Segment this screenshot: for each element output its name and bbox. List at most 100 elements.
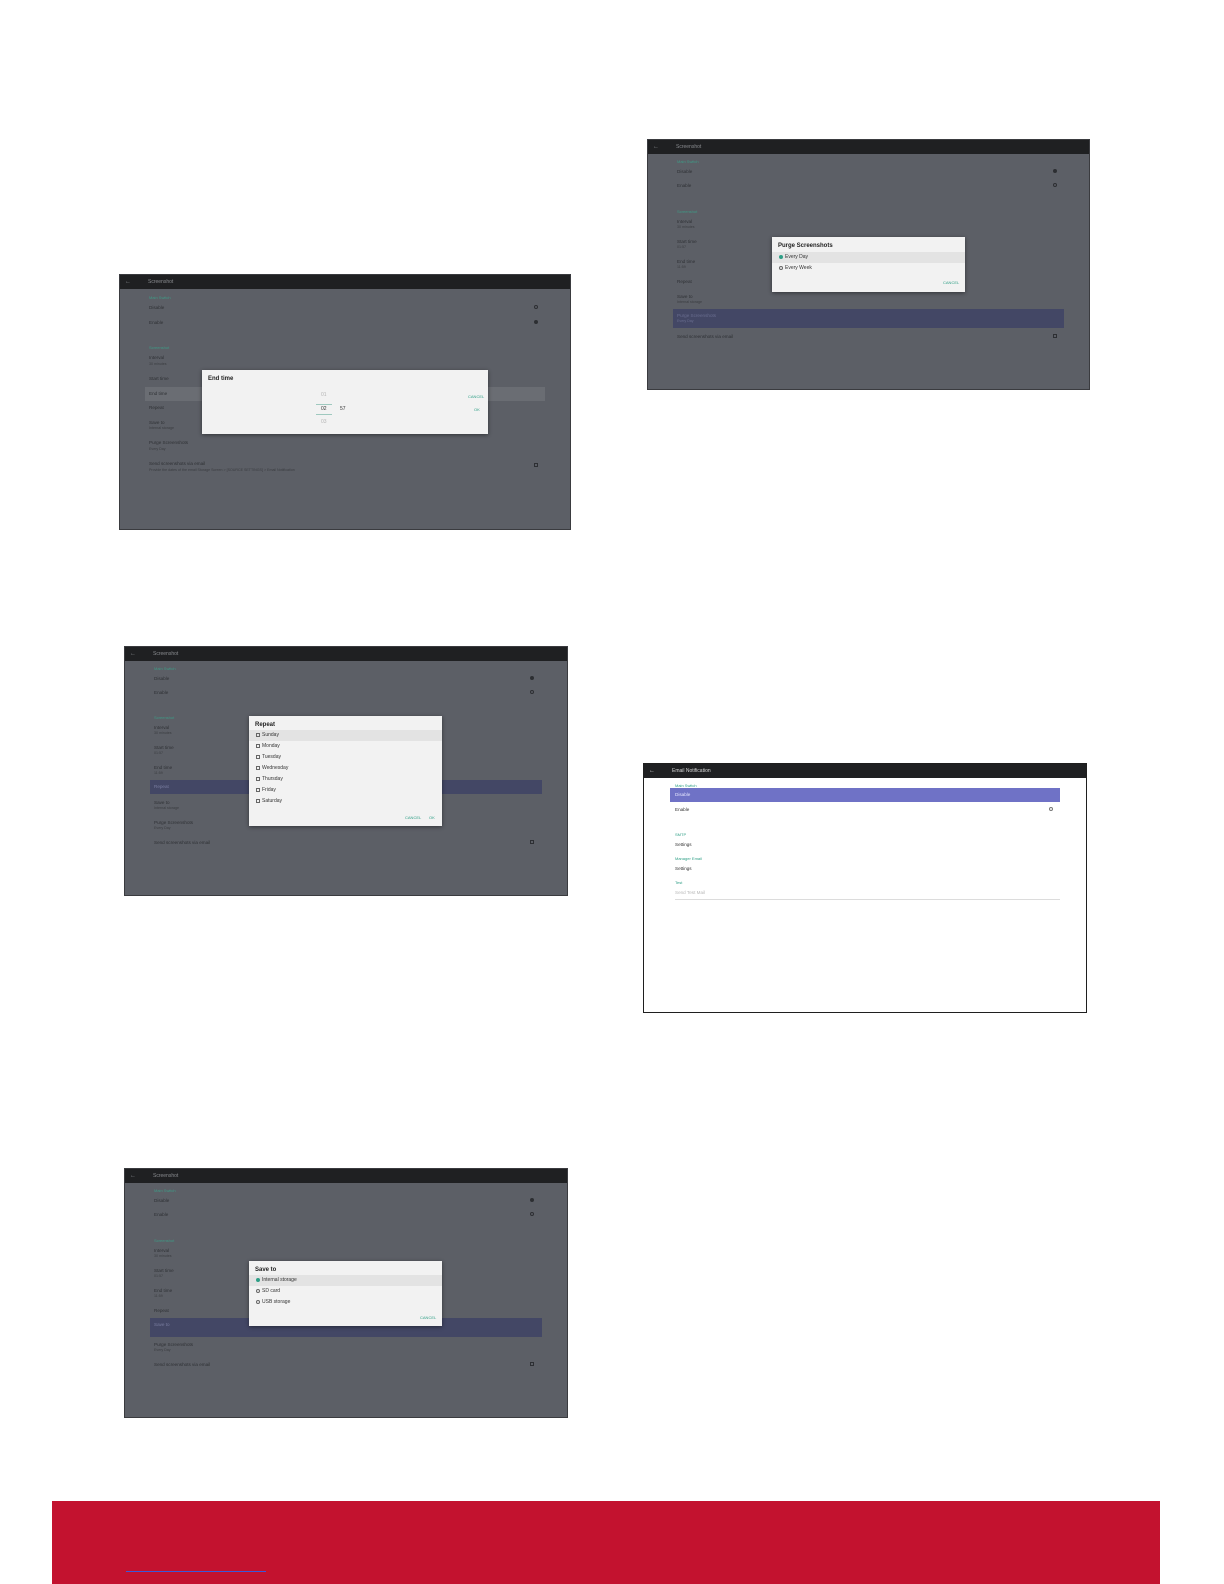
disable-radio-icon[interactable] <box>530 676 534 680</box>
hour-prev[interactable]: 01 <box>321 392 327 398</box>
disable-radio-icon[interactable] <box>530 1198 534 1202</box>
purge-item[interactable]: Purge Screenshots <box>154 1342 193 1347</box>
disable-option[interactable]: Disable <box>154 1198 169 1203</box>
disable-option[interactable]: Disable <box>149 305 164 310</box>
repeat-day-saturday[interactable]: Saturday <box>249 796 442 807</box>
repeat-item[interactable]: Repeat <box>149 405 164 410</box>
back-arrow-icon[interactable]: ← <box>130 647 136 661</box>
interval-item[interactable]: Interval <box>154 725 169 730</box>
picker-line <box>316 414 332 415</box>
save-to-item[interactable]: Save to <box>677 294 693 299</box>
send-email-checkbox-icon[interactable] <box>1053 334 1057 338</box>
repeat-day-thursday[interactable]: Thursday <box>249 774 442 785</box>
disable-radio-icon[interactable] <box>534 305 538 309</box>
back-arrow-icon[interactable]: ← <box>649 764 655 778</box>
save-to-item[interactable]: Save to <box>154 800 170 805</box>
repeat-day-sunday[interactable]: Sunday <box>249 730 442 741</box>
manager-settings-item[interactable]: Settings <box>675 866 692 871</box>
send-email-desc: Provide the dates of the email Storage S… <box>149 468 295 472</box>
repeat-day-friday[interactable]: Friday <box>249 785 442 796</box>
purge-item[interactable]: Purge Screenshots <box>154 820 193 825</box>
disable-option[interactable]: Disable <box>677 169 692 174</box>
end-time-item[interactable]: End time <box>677 259 695 264</box>
start-time-item[interactable]: Start time <box>154 745 174 750</box>
purge-option-every-day[interactable]: Every Day <box>772 252 965 263</box>
repeat-day-monday[interactable]: Monday <box>249 741 442 752</box>
screenshot-email-notification: ← Email Notification Main Switch Disable… <box>644 764 1086 1012</box>
interval-item[interactable]: Interval <box>677 219 692 224</box>
dialog-title: End time <box>208 376 234 382</box>
interval-item[interactable]: Interval <box>149 355 164 360</box>
purge-value: Every Day <box>154 826 171 830</box>
checkbox-icon <box>256 787 260 792</box>
save-option-sd-card[interactable]: SD card <box>249 1286 442 1297</box>
checkbox-icon <box>256 732 260 737</box>
top-bar: ← Email Notification <box>644 764 1086 778</box>
enable-option[interactable]: Enable <box>677 183 691 188</box>
save-to-item[interactable]: Save to <box>154 1322 170 1327</box>
enable-option[interactable]: Enable <box>149 320 163 325</box>
disable-option[interactable]: Disable <box>154 676 169 681</box>
hour-next[interactable]: 03 <box>321 419 327 425</box>
send-email-checkbox-icon[interactable] <box>530 1362 534 1366</box>
start-time-item[interactable]: Start time <box>677 239 697 244</box>
footer-link[interactable] <box>126 1571 266 1572</box>
enable-option[interactable]: Enable <box>675 807 689 812</box>
save-option-usb-storage[interactable]: USB storage <box>249 1297 442 1308</box>
enable-radio-icon[interactable] <box>534 320 538 324</box>
end-time-item[interactable]: End time <box>154 1288 172 1293</box>
purge-option-every-week[interactable]: Every Week <box>772 263 965 274</box>
send-email-checkbox-icon[interactable] <box>534 463 538 467</box>
enable-radio-icon[interactable] <box>1049 807 1053 811</box>
disable-option[interactable]: Disable <box>675 792 690 797</box>
repeat-item[interactable]: Repeat <box>677 279 692 284</box>
save-option-internal-storage[interactable]: Internal storage <box>249 1275 442 1286</box>
save-to-item[interactable]: Save to <box>149 420 165 425</box>
end-time-item[interactable]: End time <box>149 391 167 396</box>
repeat-dialog: Repeat Sunday Monday Tuesday Wednesday T… <box>249 716 442 826</box>
send-email-checkbox-icon[interactable] <box>530 840 534 844</box>
minute-current[interactable]: 57 <box>340 406 346 412</box>
enable-option[interactable]: Enable <box>154 690 168 695</box>
ok-button[interactable]: OK <box>474 407 480 412</box>
enable-option[interactable]: Enable <box>154 1212 168 1217</box>
purge-value: Every Day <box>154 1348 171 1352</box>
dialog-title: Purge Screenshots <box>778 243 833 249</box>
smtp-settings-item[interactable]: Settings <box>675 842 692 847</box>
interval-item[interactable]: Interval <box>154 1248 169 1253</box>
enable-radio-icon[interactable] <box>1053 183 1057 187</box>
send-email-item[interactable]: Send screenshots via email <box>154 1362 210 1367</box>
radio-icon <box>256 1288 260 1293</box>
enable-radio-icon[interactable] <box>530 690 534 694</box>
repeat-item[interactable]: Repeat <box>154 784 169 789</box>
repeat-item[interactable]: Repeat <box>154 1308 169 1313</box>
repeat-day-wednesday[interactable]: Wednesday <box>249 763 442 774</box>
cancel-button[interactable]: CANCEL <box>405 815 421 820</box>
ok-button[interactable]: OK <box>429 815 435 820</box>
purge-item[interactable]: Purge Screenshots <box>677 313 716 318</box>
cancel-button[interactable]: CANCEL <box>468 394 484 399</box>
start-time-item[interactable]: Start time <box>154 1268 174 1273</box>
repeat-day-tuesday[interactable]: Tuesday <box>249 752 442 763</box>
back-arrow-icon[interactable]: ← <box>125 275 131 289</box>
end-time-value: 11:59 <box>677 265 686 269</box>
section-main-switch: Main Switch <box>677 159 699 164</box>
end-time-dialog: End time 01 02 57 03 CANCEL OK <box>202 370 488 434</box>
back-arrow-icon[interactable]: ← <box>653 140 659 154</box>
interval-value: 30 minutes <box>149 362 167 366</box>
hour-current[interactable]: 02 <box>321 406 327 412</box>
back-arrow-icon[interactable]: ← <box>130 1169 136 1183</box>
disable-radio-icon[interactable] <box>1053 169 1057 173</box>
top-bar: ← Screenshot <box>125 1169 567 1183</box>
send-email-item[interactable]: Send screenshots via email <box>677 334 733 339</box>
end-time-item[interactable]: End time <box>154 765 172 770</box>
start-time-item[interactable]: Start time <box>149 376 169 381</box>
section-main-switch: Main Switch <box>154 1188 176 1193</box>
enable-radio-icon[interactable] <box>530 1212 534 1216</box>
cancel-button[interactable]: CANCEL <box>943 280 959 285</box>
send-email-item[interactable]: Send screenshots via email <box>149 461 205 466</box>
send-test-mail-item[interactable]: Send Test Mail <box>675 890 705 895</box>
cancel-button[interactable]: CANCEL <box>420 1315 436 1320</box>
purge-item[interactable]: Purge Screenshots <box>149 440 188 445</box>
send-email-item[interactable]: Send screenshots via email <box>154 840 210 845</box>
